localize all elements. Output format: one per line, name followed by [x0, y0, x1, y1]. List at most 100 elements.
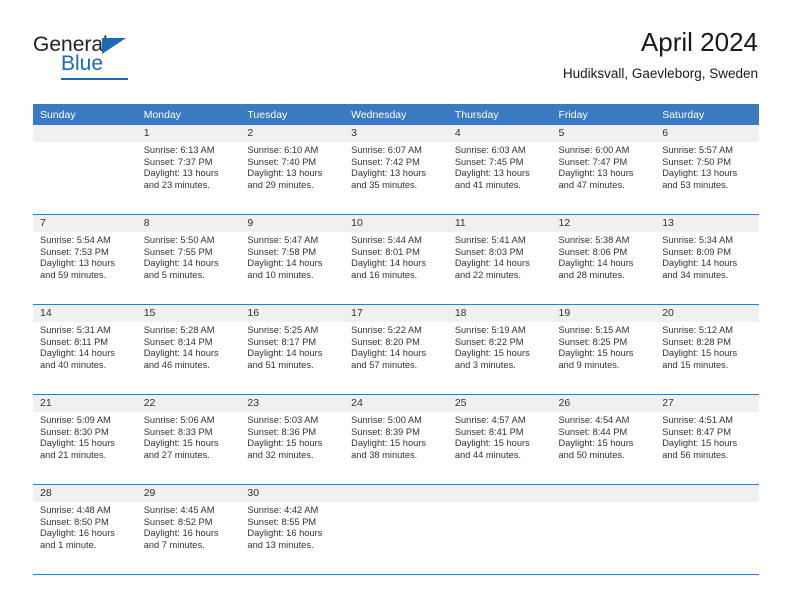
sunset-text: Sunset: 8:50 PM — [40, 516, 109, 527]
day-cell[interactable]: 15 Sunrise: 5:28 AM Sunset: 8:14 PM Dayligh… — [136, 304, 241, 395]
day-cell[interactable]: 17 Sunrise: 5:22 AM Sunset: 8:20 PM Dayligh… — [344, 304, 448, 395]
day-cell[interactable]: 10 Sunrise: 5:44 AM Sunset: 8:01 PM Dayligh… — [344, 214, 448, 305]
day-cell[interactable]: 25 Sunrise: 4:57 AM Sunset: 8:41 PM Dayligh… — [447, 394, 552, 485]
day-cell[interactable]: 18 Sunrise: 5:19 AM Sunset: 8:22 PM Dayligh… — [447, 304, 552, 395]
sunset-text: Sunset: 8:22 PM — [454, 336, 524, 347]
sunset-text: Sunset: 8:14 PM — [143, 336, 213, 347]
daylight-text-line2: and 5 minutes. — [143, 269, 205, 280]
day-cell[interactable]: 19 Sunrise: 5:15 AM Sunset: 8:25 PM Dayligh… — [551, 304, 656, 395]
daylight-text-line1: Daylight: 16 hours — [40, 528, 115, 539]
day-cell[interactable]: 11 Sunrise: 5:41 AM Sunset: 8:03 PM Dayligh… — [447, 214, 552, 305]
day-cell[interactable]: 20 Sunrise: 5:12 AM Sunset: 8:28 PM Dayligh… — [655, 304, 759, 395]
daylight-text-line1: Daylight: 13 hours — [351, 168, 427, 179]
day-cell[interactable]: 6 Sunrise: 5:57 AM Sunset: 7:50 PM Daylight… — [655, 125, 759, 215]
sunrise-text: Sunrise: 5:28 AM — [143, 325, 215, 335]
day-cell[interactable]: 22 Sunrise: 5:06 AM Sunset: 8:33 PM Dayligh… — [136, 394, 241, 485]
day-cell[interactable]: 7 Sunrise: 5:54 AM Sunset: 7:53 PM Daylight… — [33, 214, 137, 305]
sunrise-text: Sunrise: 4:45 AM — [143, 505, 215, 515]
day-number: 27 — [655, 395, 759, 412]
sunrise-text: Sunrise: 4:48 AM — [40, 505, 111, 515]
day-cell[interactable]: 12 Sunrise: 5:38 AM Sunset: 8:06 PM Dayligh… — [551, 214, 656, 305]
day-cell[interactable]: 24 Sunrise: 5:00 AM Sunset: 8:39 PM Dayligh… — [344, 394, 448, 485]
sunset-text: Sunset: 8:03 PM — [454, 246, 524, 257]
sunset-text: Sunset: 8:06 PM — [558, 246, 628, 257]
day-cell[interactable]: 13 Sunrise: 5:34 AM Sunset: 8:09 PM Dayligh… — [655, 214, 759, 305]
sunset-text: Sunset: 7:42 PM — [351, 156, 420, 167]
day-number: 22 — [136, 395, 241, 412]
calendar-body: 1 Sunrise: 6:13 AM Sunset: 7:37 PM Daylight… — [33, 125, 759, 575]
sunrise-text: Sunrise: 5:47 AM — [247, 235, 319, 245]
sunset-text: Sunset: 8:25 PM — [558, 336, 628, 347]
daylight-text-line2: and 1 minute. — [40, 539, 97, 550]
daylight-text-line1: Daylight: 13 hours — [558, 168, 634, 179]
day-details: Sunrise: 4:57 AM Sunset: 8:41 PM Daylight:… — [448, 412, 552, 461]
page-header: General Blue April 2024 Hudiksvall, Gaev… — [0, 0, 792, 100]
day-cell[interactable] — [33, 125, 137, 215]
sunrise-text: Sunrise: 4:54 AM — [558, 415, 630, 425]
day-details: Sunrise: 6:03 AM Sunset: 7:45 PM Daylight:… — [448, 142, 552, 191]
sunset-text: Sunset: 8:20 PM — [351, 336, 420, 347]
day-cell[interactable]: 1 Sunrise: 6:13 AM Sunset: 7:37 PM Daylight… — [136, 125, 241, 215]
daylight-text-line2: and 47 minutes. — [558, 179, 625, 190]
day-number: 9 — [240, 215, 345, 232]
sunset-text: Sunset: 8:01 PM — [351, 246, 420, 257]
day-cell[interactable]: 3 Sunrise: 6:07 AM Sunset: 7:42 PM Daylight… — [344, 125, 448, 215]
day-cell[interactable] — [551, 484, 656, 575]
day-details: Sunrise: 5:06 AM Sunset: 8:33 PM Daylight:… — [137, 412, 241, 461]
daylight-text-line1: Daylight: 15 hours — [351, 438, 427, 449]
day-details: Sunrise: 5:03 AM Sunset: 8:36 PM Daylight:… — [240, 412, 344, 461]
day-cell[interactable]: 26 Sunrise: 4:54 AM Sunset: 8:44 PM Dayligh… — [551, 394, 656, 485]
daylight-text-line1: Daylight: 14 hours — [247, 258, 323, 269]
daylight-text-line1: Daylight: 14 hours — [143, 348, 219, 359]
day-cell[interactable]: 27 Sunrise: 4:51 AM Sunset: 8:47 PM Dayligh… — [655, 394, 759, 485]
sunrise-text: Sunrise: 5:00 AM — [351, 415, 422, 425]
day-cell[interactable]: 30 Sunrise: 4:42 AM Sunset: 8:55 PM Dayligh… — [240, 484, 345, 575]
daylight-text-line1: Daylight: 15 hours — [143, 438, 219, 449]
sunset-text: Sunset: 8:39 PM — [351, 426, 420, 437]
day-cell[interactable]: 23 Sunrise: 5:03 AM Sunset: 8:36 PM Dayligh… — [240, 394, 345, 485]
day-cell[interactable]: 29 Sunrise: 4:45 AM Sunset: 8:52 PM Dayligh… — [136, 484, 241, 575]
sunset-text: Sunset: 7:40 PM — [247, 156, 317, 167]
day-cell[interactable]: 14 Sunrise: 5:31 AM Sunset: 8:11 PM Dayligh… — [33, 304, 137, 395]
page-title: April 2024 — [640, 27, 758, 57]
day-cell[interactable] — [344, 484, 448, 575]
day-cell[interactable]: 4 Sunrise: 6:03 AM Sunset: 7:45 PM Daylight… — [447, 125, 552, 215]
day-number: 4 — [447, 125, 552, 142]
daylight-text-line2: and 34 minutes. — [662, 269, 729, 280]
day-cell[interactable]: 8 Sunrise: 5:50 AM Sunset: 7:55 PM Daylight… — [136, 214, 241, 305]
day-number: 16 — [240, 305, 345, 322]
day-details: Sunrise: 5:50 AM Sunset: 7:55 PM Daylight:… — [137, 232, 241, 281]
daylight-text-line1: Daylight: 13 hours — [454, 168, 530, 179]
sunset-text: Sunset: 8:47 PM — [662, 426, 731, 437]
daylight-text-line1: Daylight: 14 hours — [351, 348, 427, 359]
general-blue-logo: General Blue — [33, 33, 203, 81]
sunrise-text: Sunrise: 5:44 AM — [351, 235, 422, 245]
day-cell[interactable] — [655, 484, 759, 575]
weekday-header-thursday: Thursday — [447, 104, 552, 125]
day-cell[interactable]: 5 Sunrise: 6:00 AM Sunset: 7:47 PM Daylight… — [551, 125, 656, 215]
day-cell[interactable] — [447, 484, 552, 575]
day-cell[interactable]: 16 Sunrise: 5:25 AM Sunset: 8:17 PM Dayligh… — [240, 304, 345, 395]
daylight-text-line2: and 59 minutes. — [40, 269, 107, 280]
sunrise-text: Sunrise: 5:34 AM — [662, 235, 734, 245]
day-number: 14 — [33, 305, 137, 322]
day-cell[interactable]: 2 Sunrise: 6:10 AM Sunset: 7:40 PM Daylight… — [240, 125, 345, 215]
daylight-text-line1: Daylight: 14 hours — [454, 258, 530, 269]
daylight-text-line2: and 56 minutes. — [662, 449, 729, 460]
logo-triangle-icon — [102, 38, 126, 54]
weekday-header-tuesday: Tuesday — [240, 104, 345, 125]
day-cell[interactable]: 21 Sunrise: 5:09 AM Sunset: 8:30 PM Dayligh… — [33, 394, 137, 485]
day-number: 26 — [551, 395, 656, 412]
day-number — [344, 485, 448, 502]
daylight-text-line1: Daylight: 14 hours — [40, 348, 115, 359]
sunset-text: Sunset: 7:45 PM — [454, 156, 524, 167]
sunrise-text: Sunrise: 4:57 AM — [454, 415, 526, 425]
day-details: Sunrise: 5:15 AM Sunset: 8:25 PM Daylight:… — [552, 322, 656, 371]
day-number: 11 — [447, 215, 552, 232]
weekday-header-wednesday: Wednesday — [344, 104, 448, 125]
sunrise-text: Sunrise: 5:22 AM — [351, 325, 422, 335]
day-cell[interactable]: 9 Sunrise: 5:47 AM Sunset: 7:58 PM Daylight… — [240, 214, 345, 305]
weekday-header-sunday: Sunday — [33, 104, 137, 125]
day-cell[interactable]: 28 Sunrise: 4:48 AM Sunset: 8:50 PM Dayligh… — [33, 484, 137, 575]
sunrise-text: Sunrise: 5:03 AM — [247, 415, 319, 425]
